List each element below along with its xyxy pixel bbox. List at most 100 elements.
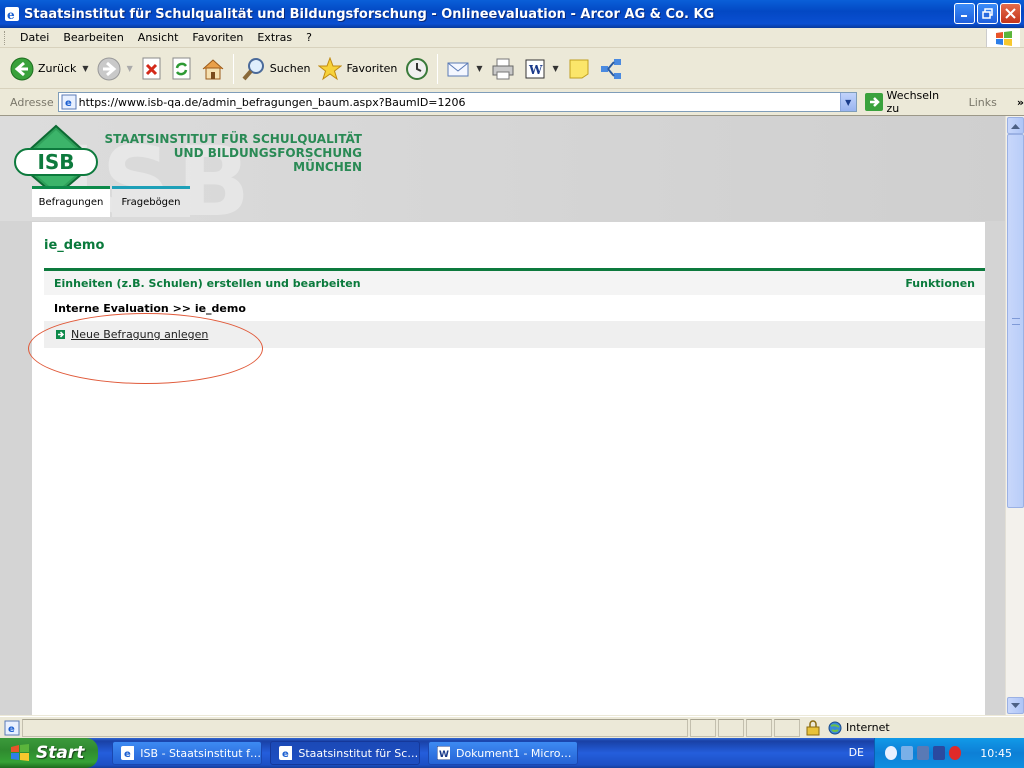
menu-help[interactable]: ?: [299, 31, 319, 44]
start-button[interactable]: Start: [0, 738, 98, 768]
scroll-down-button[interactable]: [1007, 697, 1024, 714]
tray-monitor-icon[interactable]: [917, 746, 929, 760]
discuss-button[interactable]: [563, 53, 595, 85]
address-label: Adresse: [10, 95, 54, 109]
home-button[interactable]: [197, 53, 229, 85]
svg-text:e: e: [7, 8, 15, 22]
edit-button[interactable]: W ▼: [519, 53, 563, 85]
refresh-button[interactable]: [167, 53, 197, 85]
status-panel: [746, 718, 772, 737]
history-button[interactable]: [401, 53, 433, 85]
vertical-scrollbar[interactable]: [1005, 116, 1024, 715]
taskbar-button-label: ISB - Staatsinstitut fü...: [140, 746, 261, 760]
links-toolbar[interactable]: Links: [969, 96, 997, 109]
site-header: ISB ISB STAATSINSTITUT FÜR SCHULQUALITÄT…: [0, 116, 1005, 221]
taskbar: Start e ISB - Staatsinstitut fü... e Sta…: [0, 738, 1024, 768]
taskbar-button-label: Dokument1 - Microsof...: [455, 746, 577, 760]
zone-label: Internet: [846, 721, 890, 734]
status-panel: [690, 718, 716, 737]
menu-datei[interactable]: Datei: [13, 31, 56, 44]
stop-icon: [142, 57, 161, 79]
menubar-grip: [4, 30, 7, 45]
restore-icon: [982, 8, 993, 19]
stop-button[interactable]: [137, 53, 167, 85]
edit-dropdown-icon[interactable]: ▼: [553, 64, 559, 73]
mail-dropdown-icon[interactable]: ▼: [476, 64, 482, 73]
status-text-panel: [22, 718, 688, 737]
tray-network-icon[interactable]: [901, 746, 913, 760]
tab-befragungen[interactable]: Befragungen: [32, 186, 110, 217]
ie-icon: e: [121, 746, 135, 760]
svg-text:e: e: [124, 749, 131, 760]
page-icon: e: [61, 94, 77, 110]
back-label: Zurück: [38, 62, 77, 75]
taskbar-button-staatsinstitut[interactable]: e Staatsinstitut für Sch...: [270, 741, 420, 765]
scrollbar-thumb[interactable]: [1007, 134, 1024, 508]
lock-icon: [806, 719, 820, 735]
search-button[interactable]: Suchen: [238, 53, 315, 85]
language-indicator[interactable]: DE: [849, 746, 864, 759]
svg-text:W: W: [439, 750, 449, 760]
action-row: Neue Befragung anlegen: [44, 321, 985, 348]
address-bar: Adresse e ▼ Wechseln zu Links »: [0, 89, 1024, 115]
tab-frageboegen[interactable]: Fragebögen: [112, 186, 190, 217]
print-button[interactable]: [487, 53, 519, 85]
breadcrumb: Interne Evaluation >> ie_demo: [54, 301, 246, 315]
restore-button[interactable]: [977, 3, 998, 24]
windows-flag-icon: [995, 31, 1012, 46]
word-icon: W: [525, 59, 545, 78]
logo-text: ISB: [37, 150, 74, 174]
forward-dropdown-icon[interactable]: ▼: [127, 64, 133, 73]
home-icon: [202, 58, 224, 79]
svg-text:W: W: [528, 63, 543, 77]
minimize-button[interactable]: [954, 3, 975, 24]
windows-flag-icon: [11, 744, 29, 761]
svg-text:e: e: [8, 724, 15, 735]
network-icon: [600, 58, 621, 79]
status-panel: [774, 718, 800, 737]
window-titlebar[interactable]: e Staatsinstitut für Schulqualität und B…: [0, 0, 1024, 28]
tray-battery-icon[interactable]: [933, 746, 945, 760]
favorites-label: Favoriten: [346, 62, 398, 75]
taskbar-button-isb[interactable]: e ISB - Staatsinstitut fü...: [112, 741, 262, 765]
tray-antivirus-icon[interactable]: [949, 746, 961, 760]
mail-button[interactable]: ▼: [442, 53, 486, 85]
toolbar: Zurück ▼ ▼ Suchen Favoriten ▼ W ▼: [0, 49, 1024, 89]
minimize-icon: [961, 15, 967, 17]
menu-favoriten[interactable]: Favoriten: [185, 31, 250, 44]
menu-extras[interactable]: Extras: [250, 31, 299, 44]
page-status-icon: e: [4, 720, 20, 735]
back-button[interactable]: Zurück ▼: [6, 53, 93, 85]
close-button[interactable]: [1000, 3, 1021, 24]
new-survey-link[interactable]: Neue Befragung anlegen: [71, 328, 208, 341]
web-page: ISB ISB STAATSINSTITUT FÜR SCHULQUALITÄT…: [0, 116, 1005, 715]
taskbar-button-label: Staatsinstitut für Sch...: [298, 746, 419, 760]
scroll-up-button[interactable]: [1007, 117, 1024, 134]
mail-icon: [447, 62, 469, 76]
browser-viewport: ISB ISB STAATSINSTITUT FÜR SCHULQUALITÄT…: [0, 115, 1024, 715]
messenger-button[interactable]: [595, 53, 627, 85]
address-field[interactable]: e ▼: [57, 92, 857, 112]
section-title: Einheiten (z.B. Schulen) erstellen und b…: [54, 276, 361, 290]
chevron-right-icon[interactable]: »: [1017, 96, 1024, 109]
menu-ansicht[interactable]: Ansicht: [131, 31, 186, 44]
refresh-icon: [172, 57, 191, 79]
word-icon: W: [437, 746, 450, 760]
go-label: Wechseln zu: [886, 89, 940, 115]
taskbar-button-word[interactable]: W Dokument1 - Microsof...: [428, 741, 578, 765]
forward-button[interactable]: ▼: [93, 53, 137, 85]
address-dropdown-icon[interactable]: ▼: [839, 93, 856, 111]
url-input[interactable]: [76, 93, 847, 111]
tray-expand-icon[interactable]: [885, 746, 897, 760]
thumb-grip: [1011, 317, 1020, 325]
windows-logo: [986, 29, 1020, 47]
go-button[interactable]: Wechseln zu: [864, 89, 955, 115]
site-tabs: Befragungen Fragebögen: [32, 186, 190, 217]
page-title: ie_demo: [44, 238, 105, 253]
institute-line-2: UND BILDUNGSFORSCHUNG: [173, 146, 362, 160]
scroll-up-icon: [1011, 123, 1020, 129]
back-dropdown-icon[interactable]: ▼: [82, 64, 88, 73]
menu-bearbeiten[interactable]: Bearbeiten: [56, 31, 130, 44]
favorites-button[interactable]: Favoriten: [314, 53, 401, 85]
main-content: ie_demo Einheiten (z.B. Schulen) erstell…: [32, 222, 985, 715]
